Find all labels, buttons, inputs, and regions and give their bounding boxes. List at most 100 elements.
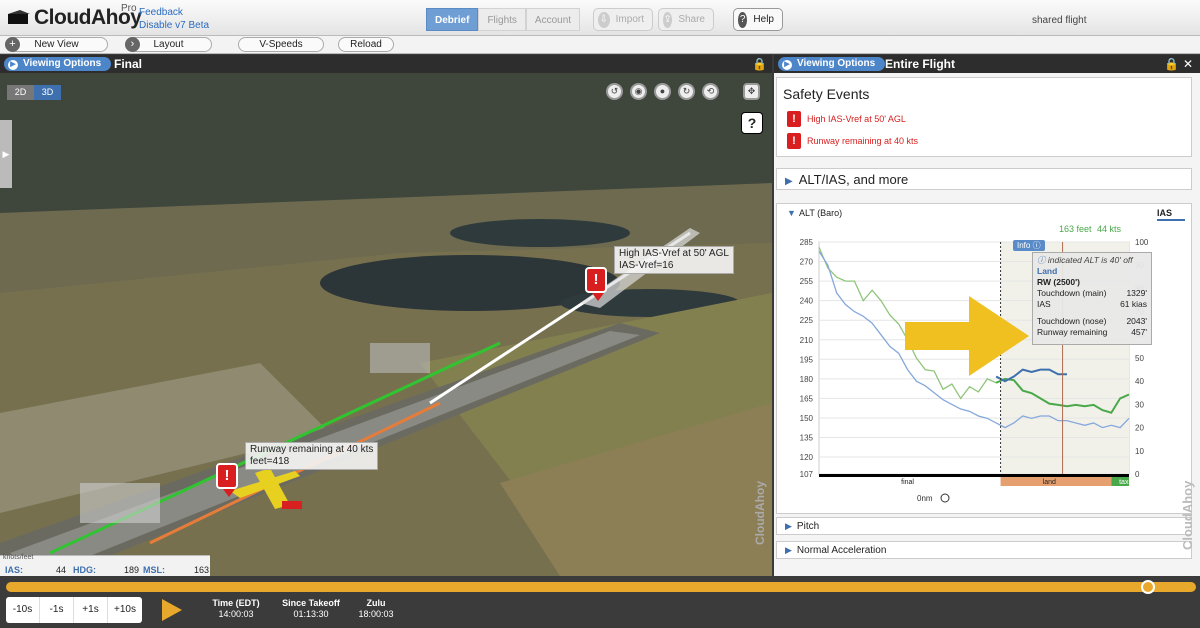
- alt-ias-section-header[interactable]: ▶ ALT/IAS, and more: [776, 168, 1192, 190]
- layout-label: Layout: [153, 39, 184, 50]
- left-panel-header: ▶ Viewing Options Final 🔒: [0, 55, 772, 73]
- import-button[interactable]: ⇩ Import: [593, 8, 653, 31]
- info-button[interactable]: Info ⓘ: [1013, 240, 1045, 251]
- alt-ias-section-title: ALT/IAS, and more: [798, 172, 909, 187]
- 2d-button[interactable]: 2D: [7, 85, 34, 100]
- y-tick-right: 10: [1135, 447, 1144, 456]
- alert-icon: !: [787, 111, 801, 127]
- tab-account[interactable]: Account: [525, 8, 581, 31]
- map-help-button[interactable]: ?: [741, 112, 763, 134]
- lock-icon[interactable]: 🔒: [1164, 57, 1179, 71]
- y-tick-right: 50: [1135, 354, 1144, 363]
- feedback-link[interactable]: Feedback: [139, 6, 209, 19]
- hdg-readout: HDG:: [73, 565, 96, 575]
- rotate-left-icon[interactable]: ↺: [606, 83, 623, 100]
- info-runway-id: RW: [1037, 277, 1052, 287]
- callout-high-ias-line2: IAS-Vref=16: [619, 260, 674, 271]
- close-icon[interactable]: ✕: [1183, 57, 1193, 71]
- plus-icon: +: [5, 37, 20, 52]
- distance-label: 0nm: [917, 494, 933, 503]
- timeline-track[interactable]: [6, 582, 1196, 592]
- info-icon: ⓘ: [1032, 241, 1041, 250]
- info-row: IAS 61 kias: [1037, 299, 1147, 309]
- y-tick-left: 120: [800, 453, 814, 462]
- expand-arrow-icon: ▶: [785, 521, 792, 531]
- new-view-button[interactable]: + New View: [5, 37, 108, 52]
- import-icon: ⇩: [598, 11, 610, 28]
- y-tick-right: 30: [1135, 400, 1144, 409]
- cursor-alt-readout: 163 feet: [1059, 224, 1092, 234]
- cursor-ias-readout: 44 kts: [1097, 224, 1122, 234]
- safety-marker-runway[interactable]: !: [216, 463, 238, 497]
- pro-badge: Pro: [121, 3, 137, 14]
- y-tick-left: 107: [800, 470, 814, 479]
- timeline-bar: -10s -1s +1s +10s Time (EDT) 14:00:03 Sin…: [0, 577, 1200, 628]
- step-back-1s-button[interactable]: -1s: [40, 597, 74, 623]
- tab-debrief[interactable]: Debrief: [426, 8, 479, 31]
- fullscreen-icon[interactable]: ✥: [743, 83, 760, 100]
- 3d-button[interactable]: 3D: [34, 85, 61, 100]
- reset-view-icon[interactable]: ⟲: [702, 83, 719, 100]
- layout-button[interactable]: › Layout: [125, 37, 212, 52]
- safety-event-item[interactable]: ! High IAS-Vref at 50' AGL: [787, 111, 906, 127]
- nav-tabs: Debrief Flights Account: [426, 8, 581, 31]
- vspeeds-button[interactable]: V-Speeds: [238, 37, 324, 52]
- center-icon[interactable]: ●: [654, 83, 671, 100]
- play-icon: ▶: [782, 60, 792, 70]
- help-button[interactable]: ? Help: [733, 8, 783, 31]
- info-runway: RW (2500'): [1037, 277, 1147, 288]
- safety-marker-high-ias[interactable]: !: [585, 267, 607, 301]
- info-note: ⓘ indicated ALT is 40' off: [1037, 255, 1147, 266]
- play-icon: ▶: [8, 60, 18, 70]
- normal-accel-section-header[interactable]: ▶ Normal Acceleration: [776, 541, 1192, 559]
- pitch-section-header[interactable]: ▶ Pitch: [776, 517, 1192, 535]
- info-note-text: indicated ALT is 40' off: [1047, 255, 1133, 265]
- top-links: Feedback Disable v7 Beta: [139, 6, 209, 32]
- safety-events-panel: Safety Events ! High IAS-Vref at 50' AGL …: [776, 77, 1192, 157]
- zulu-time-value: 18:00:03: [358, 609, 394, 619]
- phase-label-land: land: [1043, 479, 1056, 486]
- safety-event-item[interactable]: ! Runway remaining at 40 kts: [787, 133, 918, 149]
- play-button[interactable]: [162, 599, 182, 621]
- tab-flights[interactable]: Flights: [478, 8, 526, 31]
- disable-beta-link[interactable]: Disable v7 Beta: [139, 19, 209, 32]
- step-fwd-1s-button[interactable]: +1s: [74, 597, 108, 623]
- time-edt: Time (EDT) 14:00:03: [212, 598, 260, 619]
- step-fwd-10s-button[interactable]: +10s: [108, 597, 142, 623]
- ias-value: 44: [56, 565, 67, 575]
- share-label: Share: [678, 14, 705, 25]
- map-watermark: CloudAhoy: [753, 481, 767, 545]
- alt-legend-label: ALT (Baro): [799, 208, 842, 218]
- y-tick-right: 0: [1135, 470, 1140, 479]
- annotation-arrow-icon: [905, 296, 1029, 376]
- info-row: Touchdown (nose) 2043': [1037, 316, 1147, 326]
- share-button[interactable]: ⇪ Share: [658, 8, 714, 31]
- safety-event-label: High IAS-Vref at 50' AGL: [807, 114, 906, 124]
- since-takeoff: Since Takeoff 01:13:30: [282, 598, 340, 619]
- eye-icon[interactable]: ◉: [630, 83, 647, 100]
- phase-bar: [819, 474, 1129, 477]
- info-row: Touchdown (main) 1329': [1037, 288, 1147, 298]
- flight-readout: knots/feet IAS: 44 HDG: 189 MSL: 163: [0, 554, 210, 576]
- lock-icon[interactable]: 🔒: [752, 57, 767, 71]
- callout-runway-remaining: Runway remaining at 40 kts feet=418: [245, 442, 379, 470]
- viewing-options-button-right[interactable]: ▶ Viewing Options: [778, 57, 886, 71]
- step-back-10s-button[interactable]: -10s: [6, 597, 40, 623]
- 3d-map-view[interactable]: High IAS-Vref at 50' AGL IAS-Vref=16 ! R…: [0, 73, 772, 576]
- help-icon: ?: [738, 11, 748, 28]
- callout-runway-line2: feet=418: [250, 456, 290, 467]
- side-panel-handle[interactable]: ▶: [0, 120, 12, 188]
- msl-value: 163: [194, 565, 210, 575]
- rotate-right-icon[interactable]: ↻: [678, 83, 695, 100]
- viewing-options-button-left[interactable]: ▶ Viewing Options: [4, 57, 112, 71]
- reload-button[interactable]: Reload: [338, 37, 394, 52]
- left-panel-title: Final: [114, 57, 143, 71]
- alt-ias-chart[interactable]: ▼ ALT (Baro) IAS 163 feet 44 kts 107 120 1…: [776, 203, 1192, 514]
- right-panel-title: Entire Flight: [885, 57, 955, 71]
- chevron-right-icon: ›: [125, 37, 140, 52]
- readout-unit-label: knots/feet: [3, 554, 34, 561]
- cloudahoy-logo[interactable]: CloudAhoy Pro: [6, 3, 142, 31]
- top-bar: CloudAhoy Pro Feedback Disable v7 Beta D…: [0, 0, 1200, 36]
- shared-flight-label: shared flight: [1032, 15, 1087, 26]
- y-tick-left: 150: [800, 414, 814, 423]
